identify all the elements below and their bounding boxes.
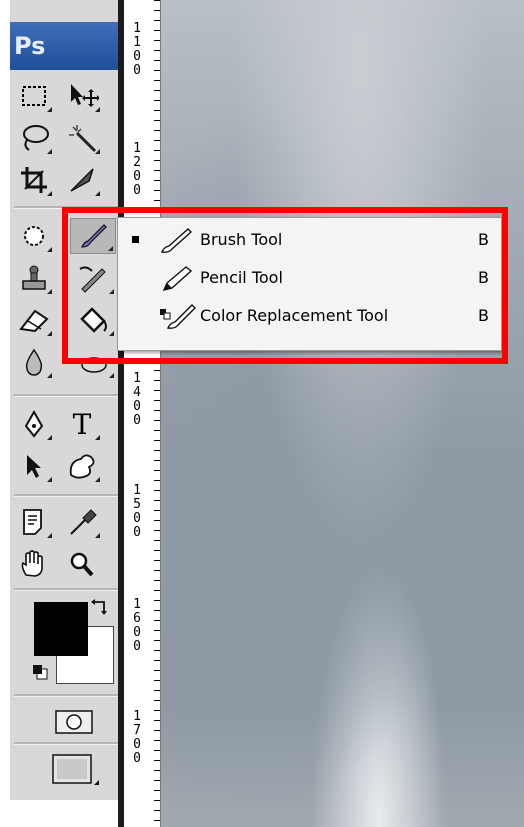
eraser-icon — [19, 309, 49, 333]
history-brush-icon — [79, 266, 106, 293]
menu-item-label: Pencil Tool — [200, 268, 283, 287]
zoom-tool-button[interactable] — [62, 546, 102, 582]
menu-item-label: Brush Tool — [200, 230, 283, 249]
paint-bucket-icon — [80, 307, 107, 333]
marquee-tool-button[interactable] — [14, 78, 54, 114]
screen-mode-icon[interactable] — [50, 752, 100, 788]
notes-icon — [23, 509, 42, 535]
brush-icon — [161, 228, 193, 253]
menu-item-shortcut: B — [478, 230, 489, 249]
lasso-tool-button[interactable] — [14, 120, 54, 156]
path-selection-tool-button[interactable] — [14, 448, 54, 484]
eyedropper-icon — [70, 509, 97, 535]
brush-tool-flyout-menu: Brush Tool B Pencil Tool B Color Replace… — [117, 217, 502, 351]
hand-icon — [21, 550, 43, 577]
ruler-label-1600: 1600 — [133, 597, 141, 654]
foreground-color-swatch[interactable] — [34, 602, 88, 656]
toolbox-separator — [14, 694, 118, 697]
swap-colors-icon[interactable] — [90, 598, 110, 618]
menu-item-shortcut: B — [478, 306, 489, 325]
clone-stamp-tool-button[interactable] — [14, 260, 54, 296]
quick-mask-icon[interactable] — [54, 708, 94, 736]
slice-tool-button[interactable] — [62, 162, 102, 198]
healing-icon — [24, 226, 44, 246]
magic-wand-icon — [69, 125, 97, 153]
pen-icon — [24, 409, 44, 438]
vertical-ruler: 1100 1200 1300 1400 1500 1600 1700 — [124, 0, 161, 827]
crop-icon — [21, 167, 47, 193]
menu-item-shortcut: B — [478, 268, 489, 287]
ruler-label-1200: 1200 — [133, 141, 141, 198]
type-tool-button[interactable]: T — [62, 406, 102, 442]
ruler-label-1100: 1100 — [133, 21, 141, 78]
history-brush-tool-button[interactable] — [70, 260, 116, 296]
toolbox-separator — [14, 588, 118, 591]
document-canvas[interactable] — [161, 0, 524, 827]
arrow-icon — [27, 455, 41, 478]
pencil-icon — [162, 266, 193, 292]
ruler-label-1400: 1400 — [133, 371, 141, 428]
menu-item-label: Color Replacement Tool — [200, 306, 389, 325]
stamp-icon — [22, 265, 46, 290]
paint-bucket-tool-button[interactable] — [70, 302, 116, 338]
blur-drop-icon — [25, 348, 43, 376]
eraser-tool-button[interactable] — [14, 302, 54, 338]
hand-tool-button[interactable] — [14, 546, 54, 582]
toolbox-separator — [14, 742, 118, 745]
dodge-icon — [81, 357, 107, 373]
toolbox-separator — [14, 494, 118, 497]
brush-tool-button[interactable] — [70, 218, 116, 254]
notes-tool-button[interactable] — [14, 504, 54, 540]
crop-tool-button[interactable] — [14, 162, 54, 198]
healing-tool-button[interactable] — [14, 218, 54, 254]
toolbox-separator — [14, 394, 118, 397]
magic-wand-tool-button[interactable] — [62, 120, 102, 156]
photoshop-logo[interactable]: Ps — [10, 22, 122, 70]
menu-item-pencil-tool[interactable]: Pencil Tool B — [118, 260, 501, 296]
lasso-icon — [23, 125, 49, 151]
toolbox-separator — [14, 206, 118, 209]
zoom-icon — [70, 552, 94, 577]
shape-icon — [69, 454, 95, 479]
dodge-tool-button[interactable] — [70, 344, 116, 380]
type-icon: T — [72, 407, 92, 441]
blur-tool-button[interactable] — [14, 344, 54, 380]
move-icon — [71, 84, 99, 107]
ruler-label-1500: 1500 — [133, 483, 141, 540]
eyedropper-tool-button[interactable] — [62, 504, 102, 540]
ruler-label-1700: 1700 — [133, 709, 141, 766]
custom-shape-tool-button[interactable] — [62, 448, 102, 484]
pen-tool-button[interactable] — [14, 406, 54, 442]
color-replacement-icon — [160, 304, 196, 329]
brush-icon — [81, 224, 107, 248]
selected-bullet-icon — [132, 236, 139, 243]
menu-item-brush-tool[interactable]: Brush Tool B — [118, 222, 501, 258]
move-tool-button[interactable] — [62, 78, 102, 114]
slice-icon — [70, 168, 94, 192]
marquee-icon — [22, 86, 46, 106]
toolbox-panel: Ps T — [10, 0, 123, 800]
default-colors-icon[interactable] — [32, 664, 48, 680]
menu-item-color-replacement-tool[interactable]: Color Replacement Tool B — [118, 298, 501, 334]
